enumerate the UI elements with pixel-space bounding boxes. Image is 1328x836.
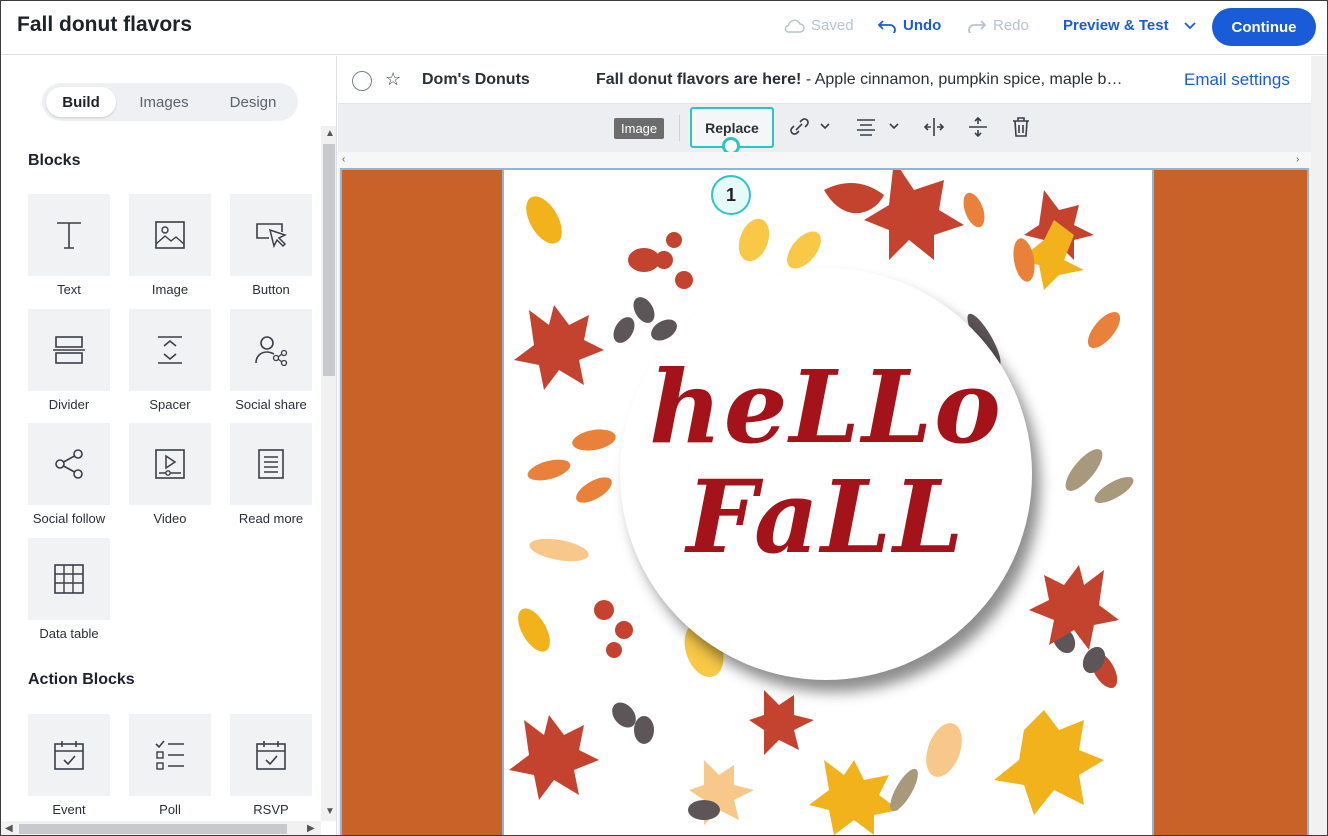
share-icon [55,449,83,479]
block-spacer[interactable]: Spacer [129,309,211,412]
delete-button[interactable] [1011,116,1031,143]
continue-button[interactable]: Continue [1212,8,1316,46]
top-header: Fall donut flavors Saved Undo Redo Previ… [1,1,1327,55]
hello-text: heLLo [649,348,1003,466]
tab-build[interactable]: Build [46,87,116,117]
hero-image[interactable]: heLLo FaLL [502,170,1154,835]
align-center-icon [857,119,899,136]
block-video[interactable]: Video [129,423,211,526]
star-icon[interactable]: ☆ [385,69,401,90]
block-data-table[interactable]: Data table [28,538,110,641]
hello-fall-badge: heLLo FaLL [620,268,1032,680]
undo-icon [877,19,896,33]
sidebar-tabs: Build Images Design [42,83,298,121]
block-social-follow[interactable]: Social follow [28,423,110,526]
undo-button[interactable]: Undo [877,17,941,34]
trash-icon [1013,117,1029,137]
saved-status: Saved [783,17,854,34]
block-type-badge: Image [614,118,665,139]
scroll-right-icon[interactable]: ▶ [307,823,315,834]
document-icon [258,449,284,479]
image-toolbar: Image Replace [338,104,1311,152]
align-button[interactable] [855,116,901,143]
checklist-icon [155,740,184,770]
chevron-down-icon [1183,21,1196,29]
callout-number: 1 [711,175,751,215]
calendar-check-icon [256,741,286,770]
email-subject: Fall donut flavors are here! - Apple cin… [596,71,1123,88]
blocks-heading: Blocks [28,152,81,169]
page-title: Fall donut flavors [17,13,193,36]
video-icon [155,449,185,479]
image-icon [155,221,185,249]
scroll-down-icon[interactable]: ▼ [325,806,335,817]
horizontal-resize-icon [923,118,945,136]
sender-name: Dom's Donuts [422,71,530,88]
calendar-check-icon [54,741,84,770]
block-read-more[interactable]: Read more [230,423,312,526]
cloud-icon [784,19,805,33]
block-social-share[interactable]: Social share [230,309,312,412]
text-icon [57,222,81,249]
link-button[interactable] [788,116,832,143]
block-event[interactable]: Event [28,714,110,817]
block-text[interactable]: Text [28,194,110,297]
scroll-left-icon[interactable]: ◀ [5,823,13,834]
tab-images[interactable]: Images [124,87,204,117]
scroll-thumb[interactable] [19,824,287,834]
divider-icon [53,336,85,364]
scroll-left-icon[interactable]: ‹ [342,154,345,165]
page-vertical-scrollbar[interactable] [1311,56,1327,835]
sidebar-vertical-scrollbar[interactable]: ▲ ▼ [321,126,336,821]
vertical-size-button[interactable] [967,116,989,143]
vertical-resize-icon [969,116,987,138]
block-image[interactable]: Image [129,194,211,297]
social-share-icon [255,336,288,366]
scroll-up-icon[interactable]: ▲ [325,128,335,139]
scroll-thumb[interactable] [323,144,335,376]
block-poll[interactable]: Poll [129,714,211,817]
email-body-stage: heLLo FaLL [340,168,1309,835]
app-frame: Fall donut flavors Saved Undo Redo Previ… [0,0,1328,836]
select-checkbox[interactable] [352,71,372,91]
action-blocks-heading: Action Blocks [28,671,135,688]
block-button[interactable]: Button [230,194,312,297]
tab-design[interactable]: Design [212,87,294,117]
spacer-icon [158,336,182,364]
button-cursor-icon [256,223,287,249]
preview-test-button[interactable]: Preview & Test [1063,17,1197,34]
sidebar-horizontal-scrollbar[interactable]: ◀ ▶ [1,821,321,835]
editor-canvas: Image Replace 1 ‹ › heLLo FaLL [338,104,1311,835]
toolbar-divider [679,115,680,141]
email-settings-link[interactable]: Email settings [1184,70,1290,90]
redo-button[interactable]: Redo [967,17,1029,34]
table-icon [54,564,84,594]
link-icon [790,118,830,135]
fall-text: FaLL [686,458,966,576]
block-divider[interactable]: Divider [28,309,110,412]
block-rsvp[interactable]: RSVP [230,714,312,817]
full-width-button[interactable] [923,116,945,143]
scroll-right-icon[interactable]: › [1296,154,1299,165]
redo-icon [968,19,987,33]
canvas-horizontal-scrollbar[interactable]: ‹ › [338,152,1311,168]
email-preview-row: ☆ Dom's Donuts Fall donut flavors are he… [338,56,1311,104]
build-sidebar: Build Images Design Blocks Text Image Bu… [1,56,337,835]
